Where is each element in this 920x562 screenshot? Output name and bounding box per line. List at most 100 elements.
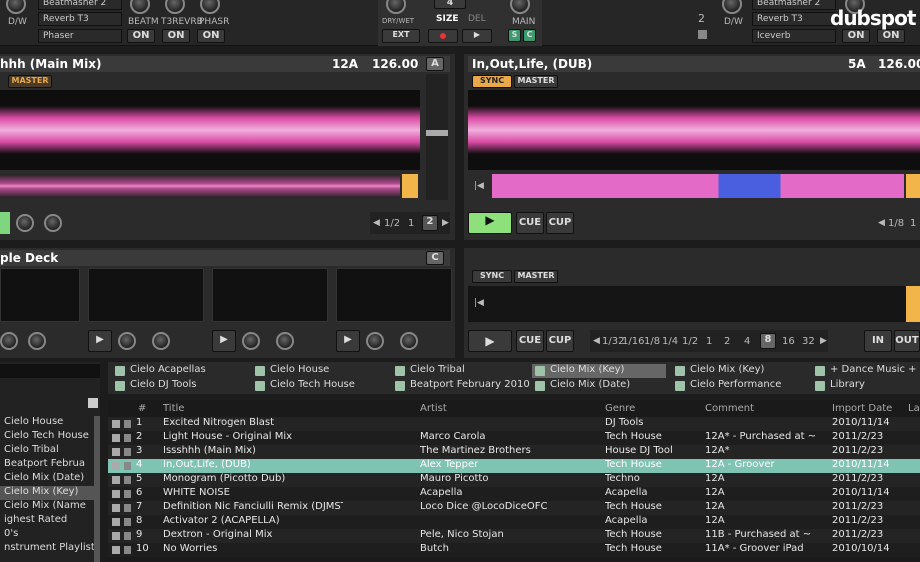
deck-b-cue-icon[interactable] xyxy=(906,174,920,198)
sample-slot-2[interactable] xyxy=(88,268,204,322)
deck-d-cup-button[interactable]: CUP xyxy=(546,330,574,352)
play-fx-button[interactable]: ▶ xyxy=(462,29,492,43)
tree-close-icon[interactable] xyxy=(88,398,98,408)
main-knob[interactable] xyxy=(510,0,530,14)
deck-b-loop-eighth[interactable]: 1/8 xyxy=(888,218,904,229)
deck-d-loop-size[interactable]: 1 xyxy=(706,336,712,347)
tree-search-field[interactable] xyxy=(0,364,100,378)
favorite-cielo-performance[interactable]: Cielo Performance xyxy=(672,379,785,393)
sample-slot-4[interactable] xyxy=(336,268,452,322)
tree-item[interactable]: Cielo Tech House xyxy=(0,430,100,444)
fx-slot1-left[interactable]: Beatmasher 2 xyxy=(38,0,122,10)
tree-item[interactable]: Beatport Februa xyxy=(0,458,100,472)
dry-wet-knob-right[interactable] xyxy=(722,0,742,14)
dry-wet-knob-left[interactable] xyxy=(6,0,26,14)
table-row[interactable]: 1 Excited Nitrogen Blast DJ Tools 2010/11/1… xyxy=(108,417,920,431)
deck-a-cue-icon[interactable] xyxy=(402,174,418,198)
deck-b-master-button[interactable]: MASTER xyxy=(514,75,558,88)
deck-a-knob-2[interactable] xyxy=(44,214,62,232)
table-row[interactable]: 3 Issshhh (Main Mix) The Martinez Brothers… xyxy=(108,445,920,459)
table-row[interactable]: 5 Monogram (Picotto Dub) Mauro Picotto Tech… xyxy=(108,473,920,487)
tree-item[interactable]: Cielo Mix (Date) xyxy=(0,472,100,486)
deck-d-master-button[interactable]: MASTER xyxy=(514,270,558,283)
deck-b-loop-one[interactable]: 1 xyxy=(910,218,916,229)
fx-slot3-right[interactable]: Iceverb xyxy=(752,29,836,43)
favorite-cielo-mix-key-active[interactable]: Cielo Mix (Key) xyxy=(532,364,666,378)
col-comment[interactable]: Comment xyxy=(705,403,754,414)
loop-out-button[interactable]: OUT xyxy=(894,330,920,352)
fx-on-button-1[interactable]: ON xyxy=(127,29,155,43)
fx-slot2-left[interactable]: Reverb T3 xyxy=(38,12,122,26)
deck-a-play-button[interactable] xyxy=(0,212,10,234)
table-row[interactable]: 2 Light House - Original Mix Marco Carola T… xyxy=(108,431,920,445)
snap-button[interactable]: S xyxy=(508,29,521,42)
deck-d-loop-active[interactable]: 8 xyxy=(760,333,776,349)
tree-item[interactable]: Cielo Tribal xyxy=(0,444,100,458)
favorite-cielo-mix-key[interactable]: Cielo Mix (Key) xyxy=(672,364,768,378)
ext-button[interactable]: EXT xyxy=(382,29,420,43)
slot3-play-button[interactable]: ▶ xyxy=(212,330,236,352)
sample-slot-3[interactable] xyxy=(212,268,328,322)
deck-d-cue-button[interactable]: CUE xyxy=(516,330,544,352)
tree-item[interactable]: ighest Rated xyxy=(0,514,100,528)
deck-d-cue-icon[interactable] xyxy=(906,286,920,322)
deck-d-play-button[interactable]: ▶ xyxy=(468,330,512,352)
deck-d-sync-button[interactable]: SYNC xyxy=(472,270,512,283)
tree-scrollbar[interactable] xyxy=(94,416,100,562)
deck-b-cue-button[interactable]: CUE xyxy=(516,212,544,234)
quantize-button[interactable]: C xyxy=(523,29,536,42)
deck-d-loop-prev[interactable]: ◀ xyxy=(593,336,600,346)
deck-a-master-button[interactable]: MASTER xyxy=(8,75,52,88)
fx-slot3-left[interactable]: Phaser xyxy=(38,29,122,43)
favorite-cielo-tribal[interactable]: Cielo Tribal xyxy=(392,364,469,378)
tempo-fader-handle[interactable] xyxy=(426,130,448,136)
deck-d-loop-size[interactable]: 32 xyxy=(802,336,815,347)
deck-b-sync-button[interactable]: SYNC xyxy=(472,75,512,88)
deck-d-loop-size[interactable]: 16 xyxy=(782,336,795,347)
table-row[interactable]: 7 Definition Nic Fanciulli Remix (DJMSTR3… xyxy=(108,501,920,515)
loop-one[interactable]: 1 xyxy=(408,218,414,229)
favorite-beatport[interactable]: Beatport February 2010 xyxy=(392,379,534,393)
loop-half[interactable]: 1/2 xyxy=(384,218,400,229)
beatmasher-knob[interactable] xyxy=(130,0,150,14)
sample-slot-1[interactable] xyxy=(0,268,80,322)
table-row[interactable]: 4 In,Out,Life, (DUB) Alex Tepper Tech House… xyxy=(108,459,920,473)
favorite-library[interactable]: Library xyxy=(812,379,869,393)
fx-on-button-5[interactable]: ON xyxy=(877,29,905,43)
deck-d-loop-size[interactable]: 4 xyxy=(744,336,750,347)
favorite-cielo-house[interactable]: Cielo House xyxy=(252,364,333,378)
deck-d-seek-icon[interactable]: |◀ xyxy=(474,298,484,308)
slot2-play-button[interactable]: ▶ xyxy=(88,330,112,352)
slot1-vol-knob[interactable] xyxy=(0,332,18,350)
tempo-fader[interactable] xyxy=(426,74,448,200)
deck-b-cup-button[interactable]: CUP xyxy=(546,212,574,234)
slot4-filter-knob[interactable] xyxy=(400,332,418,350)
col-num[interactable]: # xyxy=(138,403,146,414)
fx-on-button-2[interactable]: ON xyxy=(162,29,190,43)
col-la[interactable]: La xyxy=(908,403,920,414)
record-button[interactable] xyxy=(428,29,458,43)
tree-item-selected[interactable]: Cielo Mix (Key) xyxy=(0,486,100,500)
slot3-filter-knob[interactable] xyxy=(276,332,294,350)
favorite-cielo-tech-house[interactable]: Cielo Tech House xyxy=(252,379,359,393)
col-artist[interactable]: Artist xyxy=(420,403,447,414)
deck-d-loop-size[interactable]: 2 xyxy=(724,336,730,347)
slot2-filter-knob[interactable] xyxy=(152,332,170,350)
col-title[interactable]: Title xyxy=(163,403,184,414)
fx-on-button-4[interactable]: ON xyxy=(842,29,870,43)
tree-item[interactable]: Cielo House xyxy=(0,416,100,430)
loop-prev-icon[interactable]: ◀ xyxy=(373,218,380,228)
slot1-filter-knob[interactable] xyxy=(28,332,46,350)
fx-slot2-right[interactable]: Reverb T3 xyxy=(752,12,836,26)
fx-on-button-3[interactable]: ON xyxy=(197,29,225,43)
deck-d-loop-size[interactable]: 1/8 xyxy=(644,336,660,347)
col-genre[interactable]: Genre xyxy=(605,403,635,414)
deck-d-loop-size[interactable]: 1/16 xyxy=(622,336,644,347)
favorite-cielo-dj-tools[interactable]: Cielo DJ Tools xyxy=(112,379,200,393)
table-row[interactable]: 6 WHITE NOISE Acapella Acapella 12A 2010/11/1… xyxy=(108,487,920,501)
deck-b-seek-icon[interactable]: |◀ xyxy=(474,181,484,191)
table-row[interactable]: 8 Activator 2 (ACAPELLA) Acapella 12A 2011/2… xyxy=(108,515,920,529)
table-row[interactable]: 9 Dextron - Original Mix Pele, Nico Stojan… xyxy=(108,529,920,543)
deck-b-loop-prev[interactable]: ◀ xyxy=(878,218,885,228)
slot2-vol-knob[interactable] xyxy=(118,332,136,350)
